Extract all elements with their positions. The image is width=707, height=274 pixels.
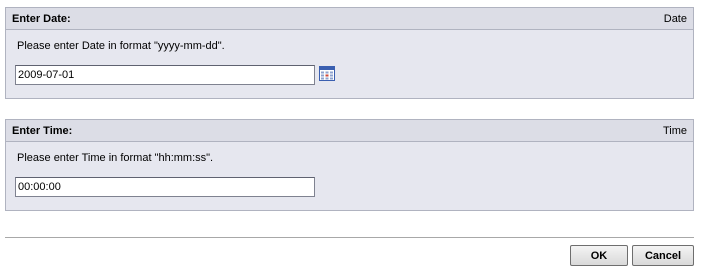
time-panel-title: Enter Time: bbox=[12, 125, 73, 137]
date-panel: Enter Date: Date Please enter Date in fo… bbox=[5, 7, 694, 99]
date-panel-header: Enter Date: Date bbox=[6, 8, 693, 30]
time-input[interactable] bbox=[15, 177, 315, 197]
date-format-hint: Please enter Date in format "yyyy-mm-dd"… bbox=[17, 40, 225, 52]
footer-divider bbox=[5, 237, 694, 238]
time-type-label: Time bbox=[662, 125, 687, 137]
date-input[interactable] bbox=[15, 65, 315, 85]
date-panel-title: Enter Date: bbox=[12, 13, 71, 25]
date-type-label: Date bbox=[663, 13, 687, 25]
time-panel-header: Enter Time: Time bbox=[6, 120, 693, 142]
time-panel: Enter Time: Time Please enter Time in fo… bbox=[5, 119, 694, 211]
ok-button[interactable]: OK bbox=[570, 245, 628, 266]
time-format-hint: Please enter Time in format "hh:mm:ss". bbox=[17, 152, 214, 164]
cancel-button[interactable]: Cancel bbox=[632, 245, 694, 266]
calendar-icon[interactable] bbox=[319, 65, 335, 81]
